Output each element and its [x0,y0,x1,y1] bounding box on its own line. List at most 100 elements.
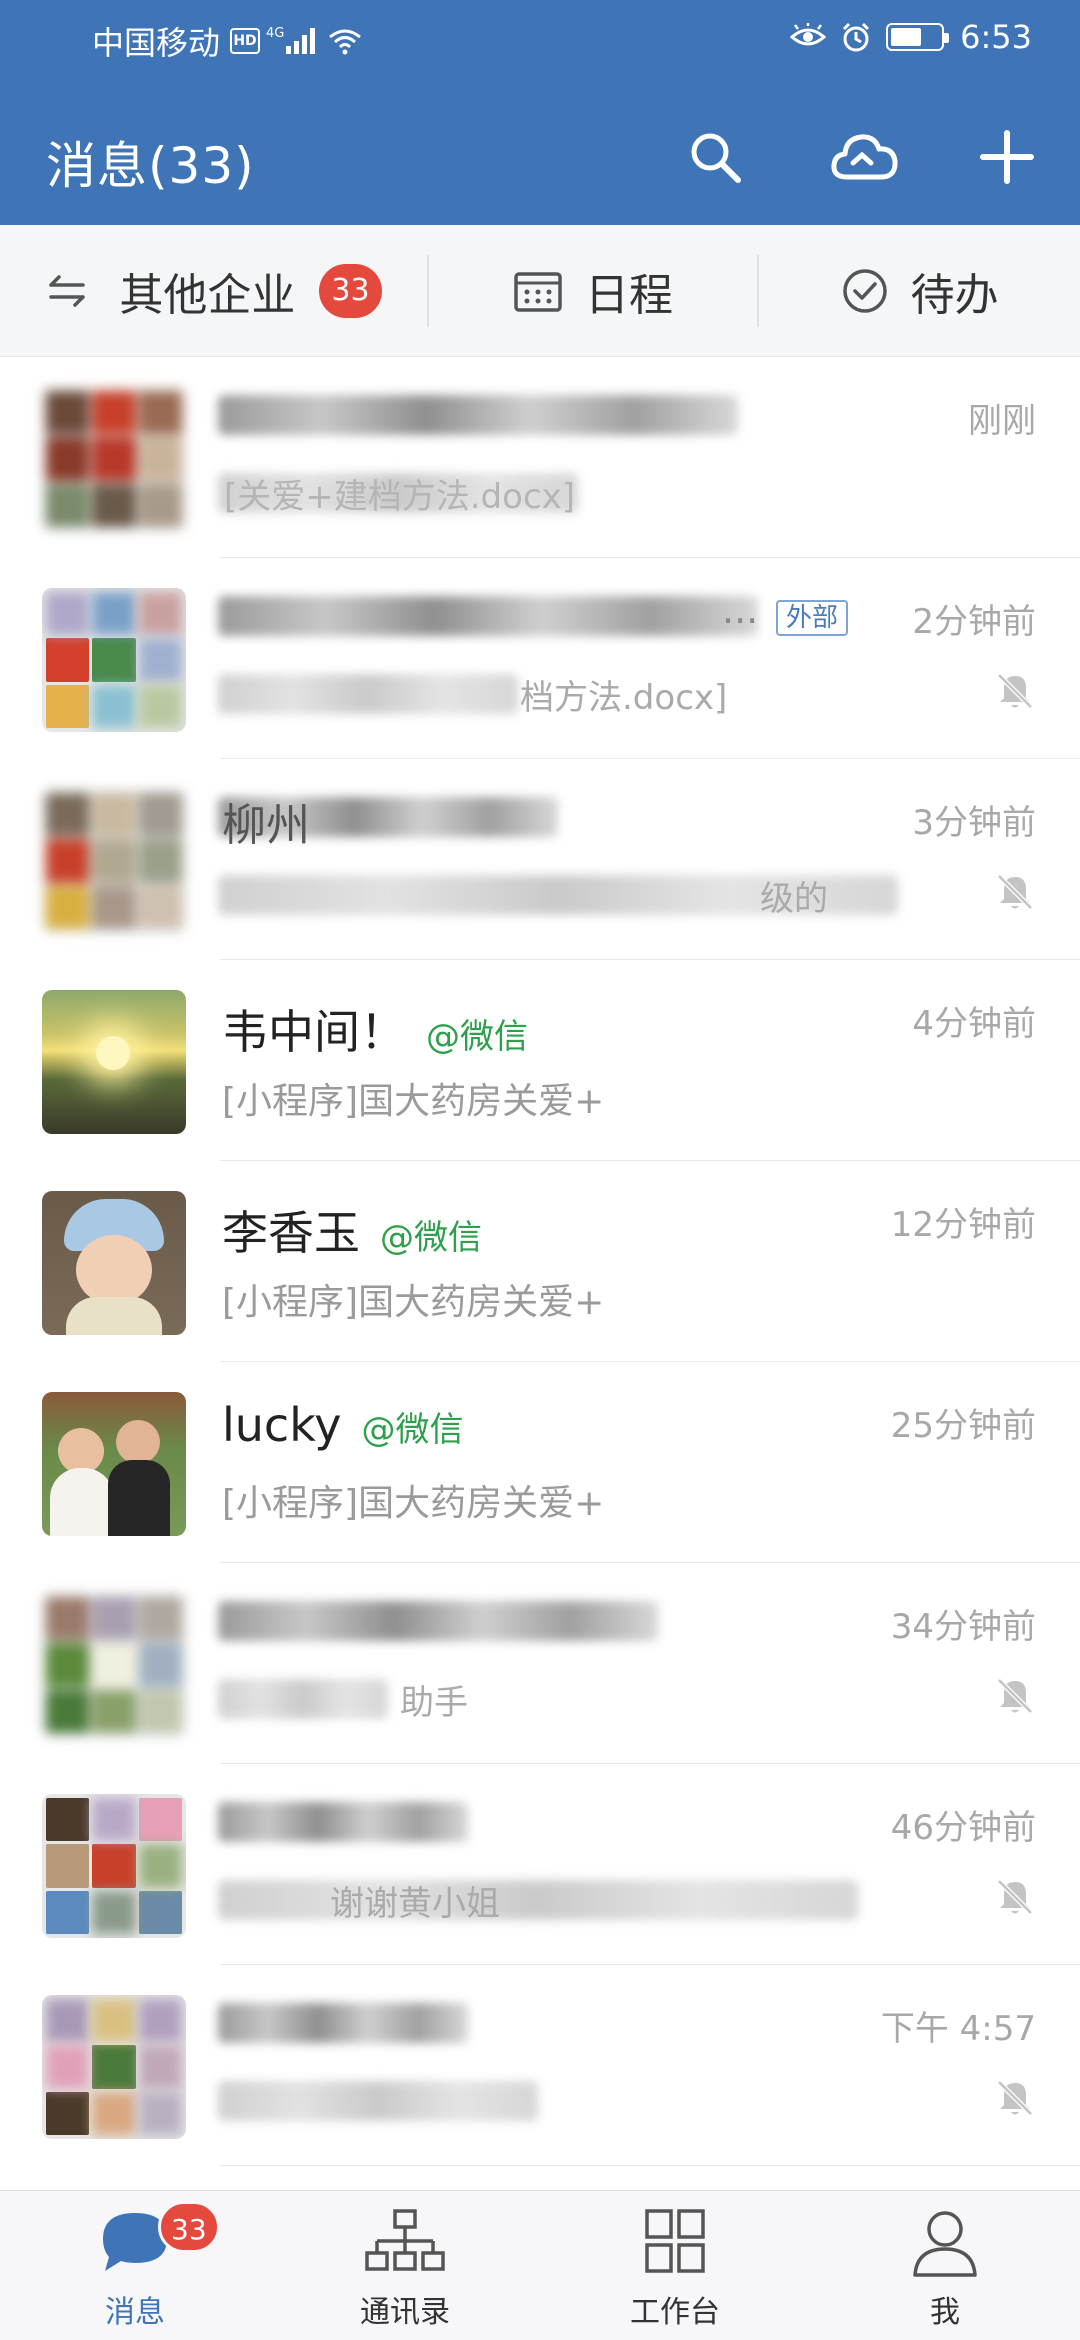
wifi-icon [329,29,362,55]
conversation-preview: [小程序]国大药房关爱+ [222,1081,605,1122]
battery-icon [886,23,950,51]
conversation-preview-obscured [218,674,518,714]
conversation-preview-obscured [218,2081,538,2121]
conversation-name-fragment: ... [722,588,759,632]
conversation-time: 3分钟前 [912,803,1036,843]
contact-avatar [42,1392,186,1536]
conversation-time: 34分钟前 [890,1607,1036,1647]
conversation-row[interactable]: 韦中间！ @微信 [小程序]国大药房关爱+ 4分钟前 [0,960,1080,1161]
plus-icon [980,130,1034,184]
conversation-row[interactable]: 下午 4:57 [0,1965,1080,2166]
conversation-preview-obscured [218,1679,388,1719]
tab-other-companies-label: 其他企业 [119,270,296,321]
nav-contacts-label: 通讯录 [360,2295,450,2330]
mute-bell-icon [997,673,1033,709]
org-chart-icon [365,2209,445,2271]
title-bar: 消息(33) [0,80,1080,225]
conversation-name-obscured [218,1802,468,1842]
nav-me[interactable]: 我 [810,2191,1080,2340]
tab-todo-label: 待办 [910,270,999,321]
search-button[interactable] [680,122,750,192]
other-companies-badge: 33 [319,264,382,318]
grid-apps-icon [645,2209,705,2273]
group-avatar [42,588,186,732]
group-avatar [42,1995,186,2139]
network-type-label: 4G [266,25,285,41]
wechat-source-tag: @微信 [380,1218,482,1258]
nav-workbench[interactable]: 工作台 [540,2191,810,2340]
contact-avatar [42,1191,186,1335]
conversation-preview: 档方法.docx] [520,678,728,718]
conversation-row[interactable]: lucky @微信 [小程序]国大药房关爱+ 25分钟前 [0,1362,1080,1563]
conversation-time: 4分钟前 [912,1004,1036,1044]
tab-schedule[interactable]: 日程 [429,225,757,357]
conversation-row[interactable]: 助手 34分钟前 [0,1563,1080,1764]
tab-todo[interactable]: 待办 [759,225,1080,357]
group-avatar [42,387,186,531]
mute-bell-icon [997,1678,1033,1714]
nav-workbench-label: 工作台 [630,2295,720,2330]
cloud-disk-button[interactable] [830,122,900,192]
conversation-preview: 助手 [400,1683,468,1723]
tab-other-companies[interactable]: 其他企业 33 [0,225,427,357]
messages-badge: 33 [158,2201,220,2253]
conversation-preview: 谢谢黄小姐 [330,1884,500,1924]
group-avatar [42,1794,186,1938]
alarm-icon [843,22,870,52]
mute-bell-icon [997,1879,1033,1915]
switch-arrows-icon [49,275,86,307]
contact-name: lucky [222,1398,342,1452]
status-left: 中国移动 HD 4G [92,18,362,64]
mute-bell-icon [997,2080,1033,2116]
contact-avatar [42,990,186,1134]
external-tag: 外部 [776,600,849,636]
carrier-label: 中国移动 [92,24,221,62]
eye-comfort-icon [790,23,827,46]
cloud-icon [831,134,898,180]
calendar-icon [514,272,562,312]
page-title: 消息(33) [46,137,255,195]
conversation-preview: [小程序]国大药房关爱+ [222,1483,605,1524]
tab-schedule-label: 日程 [585,270,673,321]
conversation-name-obscured [218,596,758,636]
bottom-nav: 33 消息 通讯录 工作台 我 [0,2190,1080,2340]
contact-name: 李香玉 [222,1206,360,1260]
conversation-time: 2分钟前 [912,602,1036,642]
conversation-name: 韦中间！ @微信 [222,996,528,1062]
mute-bell-icon [997,874,1033,910]
group-avatar [42,789,186,933]
conversation-row[interactable]: 谢谢黄小姐 46分钟前 [0,1764,1080,1965]
clock-label: 6:53 [960,18,1032,56]
contact-name: 韦中间！ [222,1005,406,1059]
add-button[interactable] [972,122,1042,192]
conversation-preview: 级的 [760,879,828,919]
conversation-preview: [小程序]国大药房关爱+ [222,1282,605,1323]
conversation-name: lucky @微信 [222,1398,463,1452]
conversation-name-obscured [218,1601,658,1641]
nav-messages-label: 消息 [105,2295,165,2330]
conversation-time: 刚刚 [968,401,1036,441]
sub-tab-bar: 其他企业 33 日程 待办 [0,225,1080,357]
conversation-row[interactable]: ... 外部 档方法.docx] 2分钟前 [0,558,1080,759]
conversation-time: 25分钟前 [890,1406,1036,1446]
nav-messages[interactable]: 33 消息 [0,2191,270,2340]
conversation-time: 12分钟前 [890,1205,1036,1245]
conversation-name: 李香玉 @微信 [222,1197,482,1263]
person-icon [913,2211,977,2277]
conversation-preview-obscured [218,1880,858,1920]
conversation-time: 下午 4:57 [880,2009,1036,2049]
signal-icon [286,28,318,54]
conversation-name-obscured [218,395,738,435]
conversation-list: [关爱+建档方法.docx] 刚刚 ... 外部 档方法.docx] 2分钟前 [0,357,1080,2166]
nav-me-label: 我 [930,2295,960,2330]
search-icon [691,133,741,183]
check-circle-icon [842,269,887,313]
conversation-row[interactable]: [关爱+建档方法.docx] 刚刚 [0,357,1080,558]
conversation-name-obscured [218,2003,468,2043]
conversation-row[interactable]: 李香玉 @微信 [小程序]国大药房关爱+ 12分钟前 [0,1161,1080,1362]
conversation-row[interactable]: 柳州 级的 3分钟前 [0,759,1080,960]
wechat-source-tag: @微信 [361,1410,464,1450]
nav-contacts[interactable]: 通讯录 [270,2191,540,2340]
wechat-source-tag: @微信 [426,1017,528,1057]
conversation-preview: [关爱+建档方法.docx] [224,477,576,517]
